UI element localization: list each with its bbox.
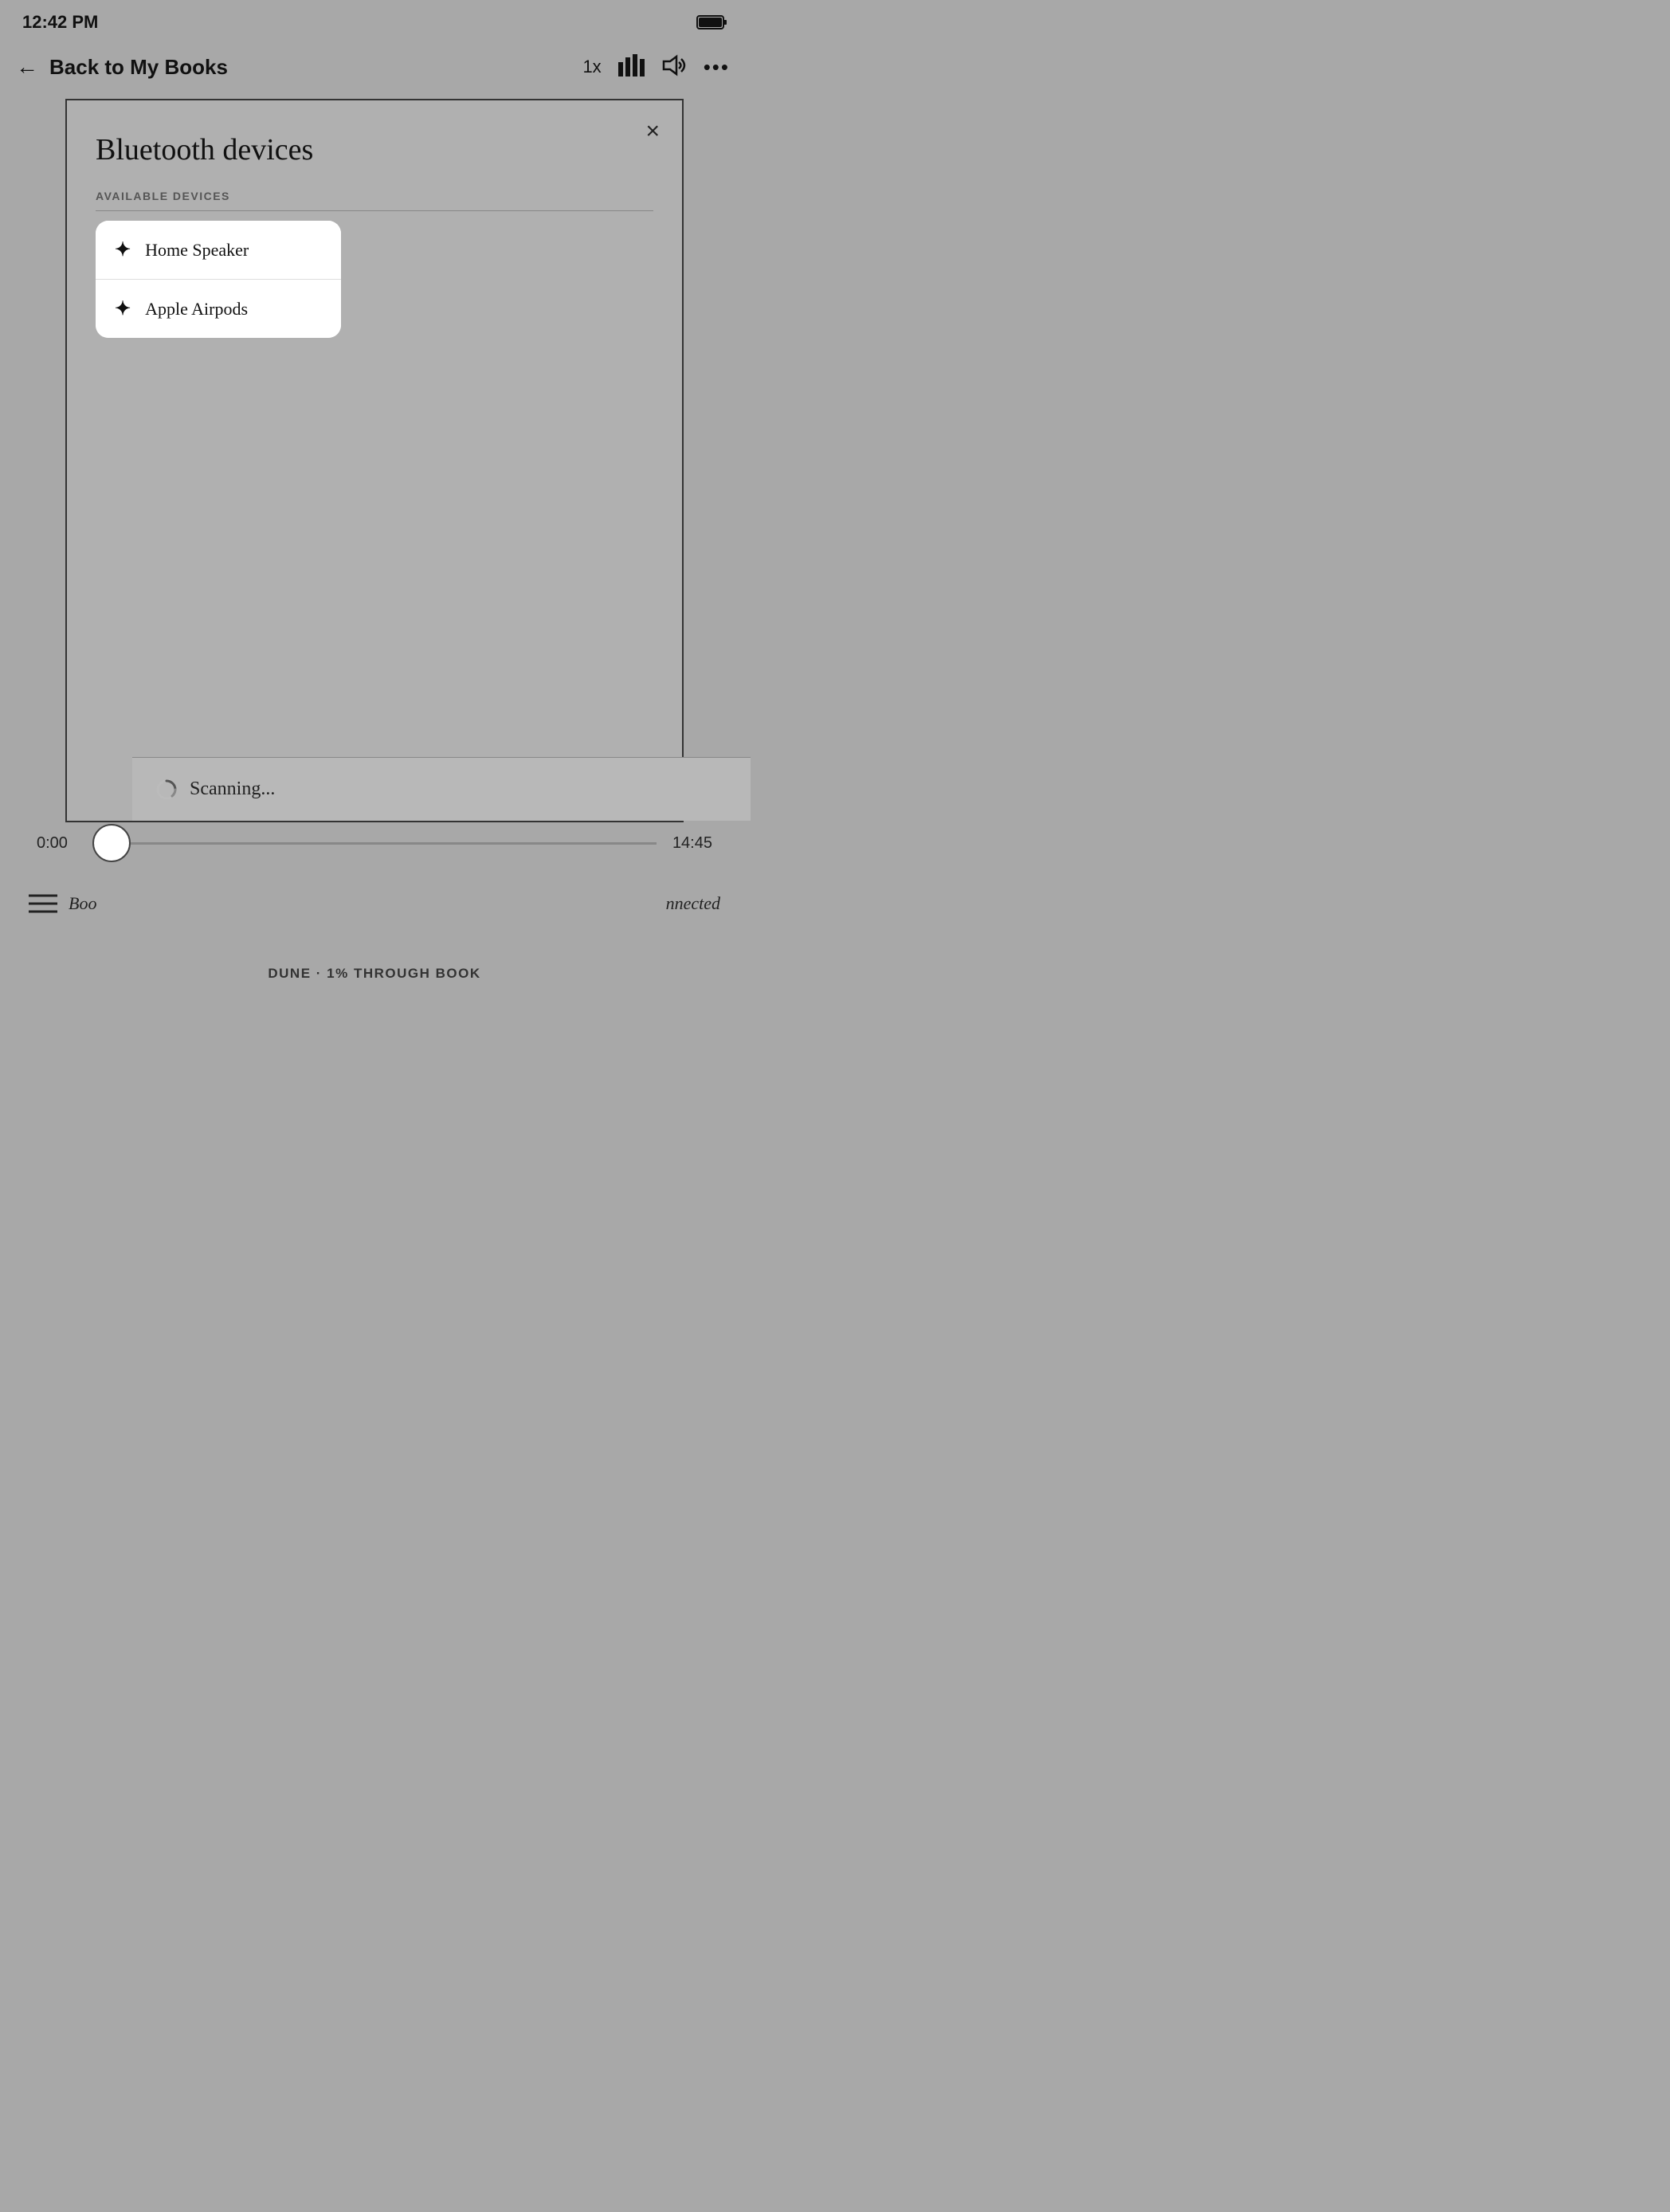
nav-bar: ← Back to My Books 1x ••• xyxy=(0,41,749,99)
status-bar: 12:42 PM xyxy=(0,0,749,41)
bluetooth-icon-1: ✦ xyxy=(115,238,131,261)
connected-label: nnected xyxy=(666,893,720,914)
progress-slider[interactable] xyxy=(92,824,657,862)
nav-title: Back to My Books xyxy=(49,55,228,80)
time-end: 14:45 xyxy=(657,834,712,853)
progress-knob[interactable] xyxy=(92,824,131,862)
bluetooth-dialog: × Bluetooth devices AVAILABLE DEVICES ✦ … xyxy=(65,99,684,822)
dialog-title: Bluetooth devices xyxy=(96,132,653,167)
main-area: × Bluetooth devices AVAILABLE DEVICES ✦ … xyxy=(0,99,749,998)
device-name-2: Apple Airpods xyxy=(145,299,248,320)
bookmarks-button[interactable]: Boo xyxy=(29,892,96,915)
dialog-bottom-bar: Scanning... xyxy=(132,757,751,821)
chapters-icon[interactable] xyxy=(617,54,645,80)
speed-button[interactable]: 1x xyxy=(582,58,601,76)
footer-progress: DUNE · 1% THROUGH BOOK xyxy=(0,966,749,982)
scanning-text: Scanning... xyxy=(190,779,275,800)
device-list: ✦ Home Speaker ✦ Apple Airpods xyxy=(96,221,341,338)
status-time: 12:42 PM xyxy=(22,12,98,33)
close-button[interactable]: × xyxy=(645,120,660,143)
progress-row: 0:00 14:45 xyxy=(0,824,749,862)
bookmarks-label: Boo xyxy=(69,893,96,914)
nav-actions: 1x ••• xyxy=(582,54,730,80)
device-item-home-speaker[interactable]: ✦ Home Speaker xyxy=(96,221,341,280)
more-button[interactable]: ••• xyxy=(704,57,730,77)
time-start: 0:00 xyxy=(37,834,92,853)
bottom-toolbar: Boo nnected xyxy=(0,873,749,934)
back-arrow-icon[interactable]: ← xyxy=(16,56,38,78)
list-icon xyxy=(29,892,57,915)
bluetooth-icon-2: ✦ xyxy=(115,297,131,320)
device-name-1: Home Speaker xyxy=(145,240,249,261)
battery-icon xyxy=(696,14,727,30)
progress-track xyxy=(131,842,657,845)
scanning-spinner-icon xyxy=(155,778,178,802)
section-label: AVAILABLE DEVICES xyxy=(96,190,653,211)
volume-icon[interactable] xyxy=(661,54,688,80)
device-item-apple-airpods[interactable]: ✦ Apple Airpods xyxy=(96,280,341,338)
